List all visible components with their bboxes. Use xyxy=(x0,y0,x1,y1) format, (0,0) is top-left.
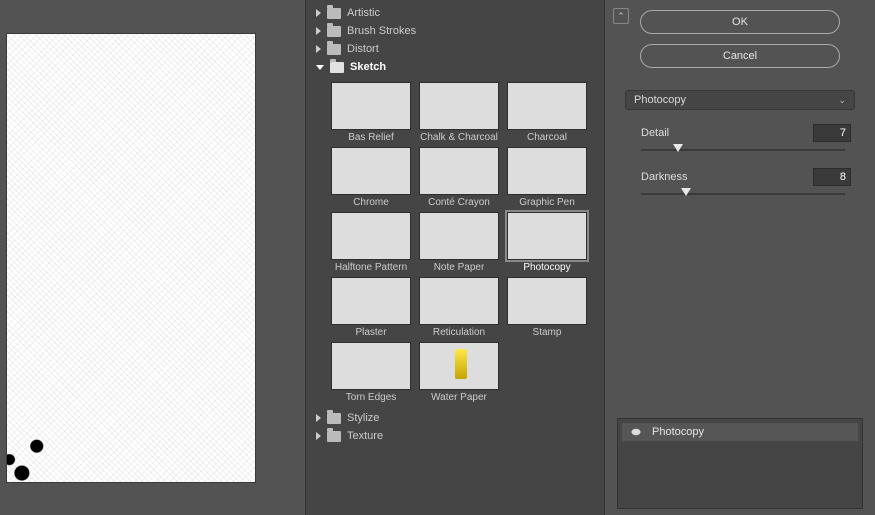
filter-gallery[interactable]: Artistic Brush Strokes Distort Sketch Ba… xyxy=(305,0,605,515)
thumb-label: Conté Crayon xyxy=(428,197,490,208)
thumb-note-paper[interactable]: Note Paper xyxy=(418,212,500,273)
thumb-label: Note Paper xyxy=(434,262,485,273)
folder-icon xyxy=(327,431,341,442)
thumb-torn-edges[interactable]: Torn Edges xyxy=(330,342,412,403)
preview-image[interactable] xyxy=(6,33,256,483)
thumb-image xyxy=(507,147,587,195)
thumb-label: Bas Relief xyxy=(348,132,394,143)
thumb-image xyxy=(419,82,499,130)
thumb-halftone-pattern[interactable]: Halftone Pattern xyxy=(330,212,412,273)
folder-brush-strokes[interactable]: Brush Strokes xyxy=(312,22,600,40)
thumb-image xyxy=(419,147,499,195)
visibility-eye-icon[interactable] xyxy=(628,426,644,438)
folder-texture[interactable]: Texture xyxy=(312,427,600,445)
thumb-label: Reticulation xyxy=(433,327,485,338)
param-detail-value[interactable] xyxy=(813,124,851,142)
param-detail-label: Detail xyxy=(641,127,669,139)
folder-icon xyxy=(327,413,341,424)
effect-layer-row[interactable]: Photocopy xyxy=(622,423,858,441)
thumb-image xyxy=(419,212,499,260)
collapse-panel-button[interactable]: ⌃ xyxy=(613,8,629,24)
triangle-right-icon xyxy=(316,9,321,17)
cancel-button[interactable]: Cancel xyxy=(640,44,840,68)
thumb-graphic-pen[interactable]: Graphic Pen xyxy=(506,147,588,208)
folder-icon xyxy=(327,8,341,19)
sketch-thumbnails: Bas Relief Chalk & Charcoal Charcoal Chr… xyxy=(312,76,600,409)
thumb-image xyxy=(331,147,411,195)
triangle-down-icon xyxy=(316,65,324,70)
thumb-plaster[interactable]: Plaster xyxy=(330,277,412,338)
slider-detail[interactable] xyxy=(641,144,845,156)
thumb-chalk-charcoal[interactable]: Chalk & Charcoal xyxy=(418,82,500,143)
folder-sketch[interactable]: Sketch xyxy=(312,58,600,76)
slider-darkness[interactable] xyxy=(641,188,845,200)
chevron-double-up-icon: ⌃ xyxy=(617,11,625,22)
thumb-label: Halftone Pattern xyxy=(335,262,407,273)
thumb-charcoal[interactable]: Charcoal xyxy=(506,82,588,143)
folder-stylize[interactable]: Stylize xyxy=(312,409,600,427)
folder-label: Brush Strokes xyxy=(347,25,416,37)
folder-label: Texture xyxy=(347,430,383,442)
thumb-label: Torn Edges xyxy=(346,392,397,403)
settings-pane: ⌃ OK Cancel Photocopy ⌄ Detail Darkness … xyxy=(605,0,875,515)
folder-icon xyxy=(330,62,344,73)
thumb-image xyxy=(419,342,499,390)
thumb-label: Chrome xyxy=(353,197,389,208)
param-darkness: Darkness xyxy=(641,168,851,186)
thumb-label: Photocopy xyxy=(523,262,570,273)
thumb-label: Graphic Pen xyxy=(519,197,575,208)
ok-button-label: OK xyxy=(732,16,748,28)
folder-artistic[interactable]: Artistic xyxy=(312,4,600,22)
cancel-button-label: Cancel xyxy=(723,50,757,62)
effect-layers-panel: Photocopy xyxy=(617,418,863,509)
thumb-label: Plaster xyxy=(355,327,386,338)
triangle-right-icon xyxy=(316,432,321,440)
thumb-image xyxy=(331,212,411,260)
thumb-reticulation[interactable]: Reticulation xyxy=(418,277,500,338)
slider-track xyxy=(641,193,845,195)
thumb-label: Chalk & Charcoal xyxy=(420,132,498,143)
slider-handle-icon[interactable] xyxy=(673,144,683,152)
effect-layer-name: Photocopy xyxy=(652,426,704,438)
thumb-image xyxy=(507,82,587,130)
folder-icon xyxy=(327,26,341,37)
preview-pane xyxy=(0,0,305,515)
thumb-stamp[interactable]: Stamp xyxy=(506,277,588,338)
thumb-image xyxy=(331,82,411,130)
thumb-chrome[interactable]: Chrome xyxy=(330,147,412,208)
param-darkness-label: Darkness xyxy=(641,171,687,183)
folder-icon xyxy=(327,44,341,55)
thumb-image xyxy=(507,212,587,260)
thumb-image xyxy=(507,277,587,325)
filter-dropdown[interactable]: Photocopy ⌄ xyxy=(625,90,855,110)
slider-handle-icon[interactable] xyxy=(681,188,691,196)
slider-track xyxy=(641,149,845,151)
thumb-label: Stamp xyxy=(533,327,562,338)
folder-label: Stylize xyxy=(347,412,379,424)
folder-label: Distort xyxy=(347,43,379,55)
param-darkness-value[interactable] xyxy=(813,168,851,186)
thumb-photocopy[interactable]: Photocopy xyxy=(506,212,588,273)
thumb-bas-relief[interactable]: Bas Relief xyxy=(330,82,412,143)
folder-distort[interactable]: Distort xyxy=(312,40,600,58)
thumb-label: Water Paper xyxy=(431,392,487,403)
thumb-conte-crayon[interactable]: Conté Crayon xyxy=(418,147,500,208)
chevron-down-icon: ⌄ xyxy=(838,95,846,106)
thumb-image xyxy=(419,277,499,325)
thumb-image xyxy=(331,342,411,390)
param-detail: Detail xyxy=(641,124,851,142)
ok-button[interactable]: OK xyxy=(640,10,840,34)
triangle-right-icon xyxy=(316,45,321,53)
thumb-image xyxy=(331,277,411,325)
folder-label: Artistic xyxy=(347,7,380,19)
thumb-label: Charcoal xyxy=(527,132,567,143)
triangle-right-icon xyxy=(316,27,321,35)
triangle-right-icon xyxy=(316,414,321,422)
folder-label: Sketch xyxy=(350,61,386,73)
thumb-water-paper[interactable]: Water Paper xyxy=(418,342,500,403)
filter-dropdown-value: Photocopy xyxy=(634,94,686,106)
